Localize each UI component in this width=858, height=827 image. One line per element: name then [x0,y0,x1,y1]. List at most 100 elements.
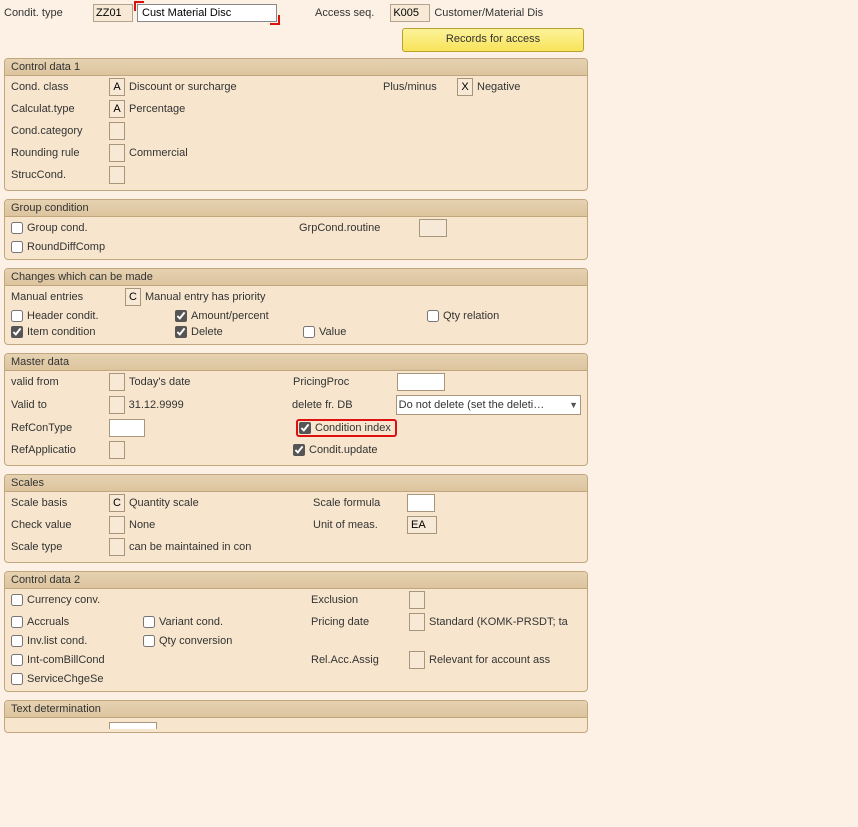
item-condition-label: Item condition [27,326,95,338]
panel-title: Text determination [5,701,587,718]
scale-formula-input[interactable] [407,494,435,512]
delete-checkbox[interactable] [175,326,187,338]
check-value-desc: None [129,519,309,531]
grpcond-routine-label: GrpCond.routine [299,222,415,234]
condit-type-label: Condit. type [4,7,89,19]
relacc-label: Rel.Acc.Assig [311,654,405,666]
records-for-access-button[interactable]: Records for access [402,28,584,52]
rounddiff-checkbox[interactable] [11,241,23,253]
plus-minus-code[interactable] [457,78,473,96]
grpcond-routine-input[interactable] [419,219,447,237]
currency-conv-checkbox[interactable] [11,594,23,606]
servicechg-checkbox[interactable] [11,673,23,685]
group-cond-checkbox[interactable] [11,222,23,234]
panel-title: Group condition [5,200,587,217]
valid-from-desc: Today's date [129,376,289,388]
scale-basis-desc: Quantity scale [129,497,309,509]
panel-master-data: Master data valid from Today's date Pric… [4,353,588,466]
pricing-date-label: Pricing date [311,616,405,628]
check-value-code[interactable] [109,516,125,534]
plus-minus-label: Plus/minus [383,81,453,93]
invlist-checkbox[interactable] [11,635,23,647]
scale-basis-label: Scale basis [11,497,105,509]
intcom-checkbox[interactable] [11,654,23,666]
panel-scales: Scales Scale basis Quantity scale Scale … [4,474,588,563]
value-label: Value [319,326,346,338]
manual-entries-label: Manual entries [11,291,121,303]
panel-changes: Changes which can be made Manual entries… [4,268,588,345]
scale-type-code[interactable] [109,538,125,556]
panel-title: Scales [5,475,587,492]
qty-conv-label: Qty conversion [159,635,232,647]
check-value-label: Check value [11,519,105,531]
servicechg-label: ServiceChgeSe [27,673,103,685]
condition-index-label: Condition index [315,422,391,434]
condit-type-desc[interactable] [137,4,277,22]
valid-to-code[interactable] [109,396,125,414]
condit-update-checkbox[interactable] [293,444,305,456]
plus-minus-desc: Negative [477,81,520,93]
condition-index-checkbox[interactable] [299,422,311,434]
exclusion-label: Exclusion [311,594,405,606]
relacc-desc: Relevant for account ass [429,654,550,666]
refcontype-label: RefConType [11,422,105,434]
cond-class-desc: Discount or surcharge [129,81,379,93]
valid-to-desc: 31.12.9999 [129,399,288,411]
rounding-code[interactable] [109,144,125,162]
scale-basis-code[interactable] [109,494,125,512]
unit-code[interactable] [407,516,437,534]
panel-text-determination: Text determination [4,700,588,733]
delete-db-select[interactable]: Do not delete (set the deleti… ▼ [396,395,581,415]
accruals-checkbox[interactable] [11,616,23,628]
calc-type-desc: Percentage [129,103,185,115]
amount-percent-checkbox[interactable] [175,310,187,322]
chevron-down-icon: ▼ [569,400,578,410]
access-seq-code[interactable] [390,4,430,22]
condition-index-highlight: Condition index [296,419,397,437]
delete-label: Delete [191,326,223,338]
pricing-proc-label: PricingProc [293,376,393,388]
variant-cond-label: Variant cond. [159,616,223,628]
condit-type-code[interactable] [93,4,133,22]
panel-title: Control data 1 [5,59,587,76]
panel-control-data-1: Control data 1 Cond. class Discount or s… [4,58,588,191]
refapp-input[interactable] [109,441,125,459]
currency-conv-label: Currency conv. [27,594,100,606]
scale-formula-label: Scale formula [313,497,403,509]
calc-type-code[interactable] [109,100,125,118]
value-checkbox[interactable] [303,326,315,338]
manual-entries-code[interactable] [125,288,141,306]
panel-title: Control data 2 [5,572,587,589]
panel-title: Changes which can be made [5,269,587,286]
struccond-code[interactable] [109,166,125,184]
scale-type-label: Scale type [11,541,105,553]
textdet-input-1[interactable] [109,722,157,729]
cond-category-label: Cond.category [11,125,105,137]
refcontype-input[interactable] [109,419,145,437]
rounding-desc: Commercial [129,147,188,159]
struccond-label: StrucCond. [11,169,105,181]
valid-from-code[interactable] [109,373,125,391]
cond-category-code[interactable] [109,122,125,140]
accruals-label: Accruals [27,616,69,628]
variant-cond-checkbox[interactable] [143,616,155,628]
qty-relation-checkbox[interactable] [427,310,439,322]
qty-conv-checkbox[interactable] [143,635,155,647]
delete-db-label: delete fr. DB [292,399,392,411]
header-condit-checkbox[interactable] [11,310,23,322]
valid-from-label: valid from [11,376,105,388]
pricing-date-code[interactable] [409,613,425,631]
valid-to-label: Valid to [11,399,105,411]
condit-update-label: Condit.update [309,444,378,456]
exclusion-input[interactable] [409,591,425,609]
panel-group-condition: Group condition Group cond. GrpCond.rout… [4,199,588,260]
unit-label: Unit of meas. [313,519,403,531]
access-seq-desc: Customer/Material Dis [434,7,543,19]
pricing-proc-input[interactable] [397,373,445,391]
cond-class-code[interactable] [109,78,125,96]
invlist-label: Inv.list cond. [27,635,87,647]
refapp-label: RefApplicatio [11,444,105,456]
amount-percent-label: Amount/percent [191,310,269,322]
item-condition-checkbox[interactable] [11,326,23,338]
relacc-code[interactable] [409,651,425,669]
